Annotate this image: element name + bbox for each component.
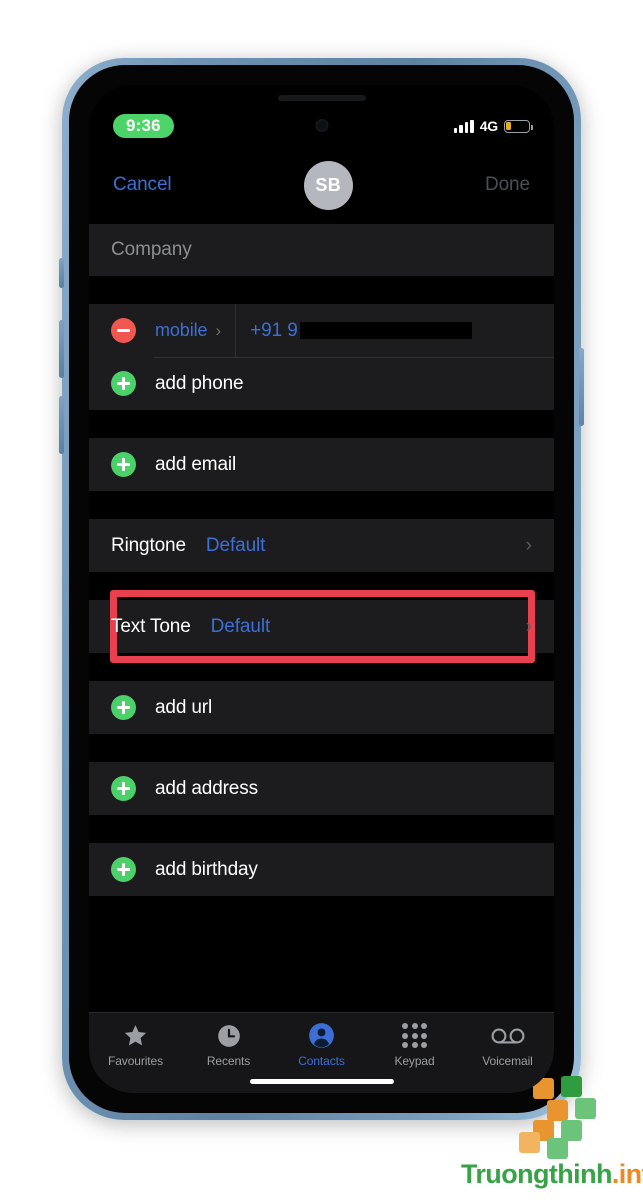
watermark: Truongthinh.info — [461, 1076, 643, 1192]
status-bar-right-cluster: 4G — [453, 118, 533, 134]
volume-down-button[interactable] — [59, 396, 64, 454]
person-circle-icon — [308, 1022, 335, 1049]
battery-low-icon — [504, 119, 533, 133]
silent-switch-button[interactable] — [59, 258, 64, 288]
clock-icon — [216, 1022, 242, 1049]
ringtone-label: Ringtone — [111, 534, 186, 556]
signal-bars-icon — [453, 119, 474, 133]
keypad-grid-icon — [402, 1022, 427, 1049]
chevron-right-icon: › — [215, 320, 222, 340]
add-url-row[interactable]: add url — [89, 681, 554, 734]
plus-circle-icon[interactable] — [111, 371, 136, 396]
phone-number-redaction-bar — [299, 322, 472, 339]
watermark-brand: Truongthinh — [461, 1159, 612, 1189]
add-email-row[interactable]: add email — [89, 438, 554, 491]
company-group: Company — [89, 224, 554, 276]
tab-favourites-label: Favourites — [107, 1054, 164, 1068]
star-icon — [122, 1022, 149, 1049]
phone-device-frame: 9:36 4G Cancel SB Done Company mobile › … — [59, 58, 584, 1120]
chevron-right-icon: › — [525, 534, 532, 556]
phone-entry-row[interactable]: mobile › +91 9 — [89, 304, 554, 357]
earpiece-speaker — [277, 95, 366, 101]
url-group: add url — [89, 681, 554, 734]
chevron-right-icon: › — [525, 615, 532, 637]
plus-circle-icon[interactable] — [111, 776, 136, 801]
tab-recents-label: Recents — [206, 1054, 251, 1068]
tab-voicemail-label: Voicemail — [482, 1054, 533, 1068]
company-field-row[interactable]: Company — [89, 224, 554, 276]
contact-edit-form: Company mobile › +91 9 add phone add ema… — [89, 213, 554, 1093]
tab-contacts-label: Contacts — [298, 1054, 345, 1068]
address-group: add address — [89, 762, 554, 815]
add-birthday-row[interactable]: add birthday — [89, 843, 554, 896]
add-address-label: add address — [155, 777, 258, 799]
add-birthday-label: add birthday — [155, 858, 258, 880]
add-email-label: add email — [155, 453, 237, 475]
phone-number-value[interactable]: +91 9 — [250, 320, 298, 342]
phone-screen: 9:36 4G Cancel SB Done Company mobile › … — [89, 85, 554, 1093]
tab-contacts[interactable]: Contacts — [275, 1022, 368, 1068]
home-indicator[interactable] — [249, 1079, 394, 1084]
add-phone-row[interactable]: add phone — [89, 357, 554, 410]
ringtone-group: Ringtone Default › — [89, 519, 554, 572]
plus-circle-icon[interactable] — [111, 857, 136, 882]
volume-up-button[interactable] — [59, 320, 64, 378]
text-tone-value: Default — [210, 615, 271, 637]
cancel-button[interactable]: Cancel — [113, 174, 172, 196]
status-time-recording-pill: 9:36 — [113, 114, 174, 138]
add-phone-label: add phone — [155, 372, 244, 394]
done-button[interactable]: Done — [485, 174, 530, 196]
text-tone-row[interactable]: Text Tone Default › — [89, 600, 554, 653]
tab-favourites[interactable]: Favourites — [89, 1022, 182, 1068]
phone-group: mobile › +91 9 add phone — [89, 304, 554, 410]
add-url-label: add url — [155, 696, 213, 718]
ringtone-value: Default — [205, 534, 266, 556]
text-tone-label: Text Tone — [111, 615, 191, 637]
birthday-group: add birthday — [89, 843, 554, 896]
add-address-row[interactable]: add address — [89, 762, 554, 815]
power-button[interactable] — [579, 348, 584, 426]
text-tone-group: Text Tone Default › — [89, 590, 554, 663]
screenshot-canvas: 9:36 4G Cancel SB Done Company mobile › … — [0, 0, 643, 1200]
company-placeholder: Company — [111, 239, 192, 260]
tab-voicemail[interactable]: Voicemail — [461, 1022, 554, 1068]
plus-circle-icon[interactable] — [111, 452, 136, 477]
network-type-label: 4G — [479, 118, 498, 134]
navigation-bar: Cancel SB Done — [89, 157, 554, 213]
plus-circle-icon[interactable] — [111, 695, 136, 720]
voicemail-icon — [491, 1022, 525, 1049]
tab-recents[interactable]: Recents — [182, 1022, 275, 1068]
phone-bezel: 9:36 4G Cancel SB Done Company mobile › … — [69, 65, 574, 1113]
watermark-text: Truongthinh.info — [461, 1159, 643, 1190]
phone-type-label[interactable]: mobile — [155, 320, 208, 341]
tab-keypad[interactable]: Keypad — [368, 1022, 461, 1068]
email-group: add email — [89, 438, 554, 491]
battery-fill — [506, 121, 512, 131]
minus-circle-icon[interactable] — [111, 318, 136, 343]
status-bar: 9:36 4G — [89, 111, 554, 141]
field-divider — [235, 304, 237, 357]
ringtone-row[interactable]: Ringtone Default › — [89, 519, 554, 572]
avatar[interactable]: SB — [303, 160, 353, 210]
tab-keypad-label: Keypad — [394, 1054, 435, 1068]
watermark-domain: .info — [611, 1159, 643, 1189]
